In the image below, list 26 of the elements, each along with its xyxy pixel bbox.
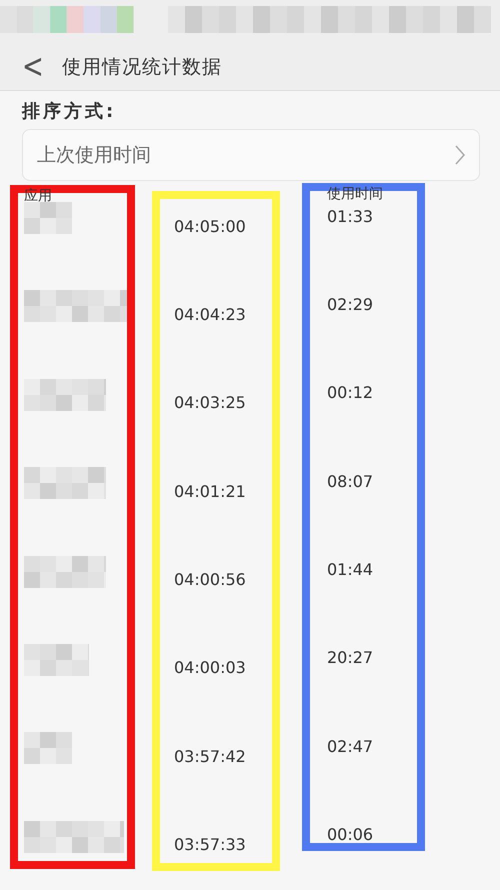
last-used-time: 04:03:25 — [174, 393, 246, 412]
last-used-time: 04:00:03 — [174, 658, 246, 678]
last-used-time: 04:04:23 — [174, 304, 246, 324]
last-used-time: 03:57:42 — [174, 746, 246, 766]
column-header: 应用 — [23, 189, 53, 203]
last-used-time: 04:00:56 — [174, 570, 246, 590]
usage-time: 01:44 — [327, 560, 374, 580]
usage-time: 20:27 — [327, 648, 374, 668]
usage-time: 02:29 — [327, 294, 374, 314]
usage-time: 08:07 — [327, 472, 374, 491]
column-header: 使用时间 — [326, 187, 384, 201]
sort-selector[interactable]: 上次使用时间 — [22, 129, 480, 181]
chevron-icon — [455, 145, 465, 165]
usage-time: 02:47 — [327, 736, 374, 756]
last-used-time: 04:05:00 — [174, 216, 246, 236]
blurred-app-name — [24, 644, 89, 676]
last-used-time: 04:01:21 — [174, 482, 246, 501]
blurred-app-name — [24, 732, 72, 764]
blurred-app-name — [24, 202, 72, 234]
usage-time: 01:33 — [327, 206, 374, 226]
page-title: 使用情况统计数据 — [62, 55, 222, 80]
usage-time: 00:06 — [327, 825, 374, 844]
back-button[interactable]: < — [22, 50, 44, 84]
usage-time: 00:12 — [327, 383, 374, 402]
sort-label: 排序方式: — [22, 100, 118, 123]
last-used-time: 03:57:33 — [174, 835, 246, 854]
